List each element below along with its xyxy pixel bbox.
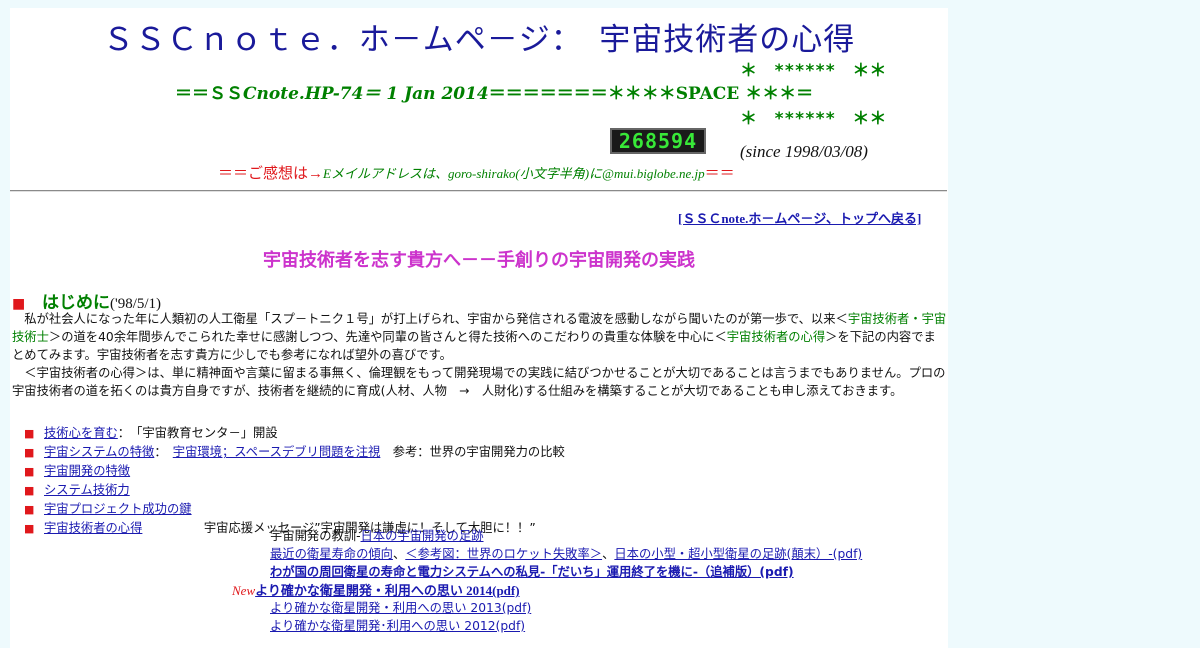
sub-line-2012: より確かな衛星開発･利用への思い 2012(pdf) <box>270 616 525 634</box>
stars-decoration-top: ＊ ****** ＊＊ <box>740 61 887 81</box>
feedback-email: Eメイルアドレスは、goro-shirako(小文字半角)に@mui.biglo… <box>323 166 705 181</box>
link-small-satellite-history[interactable]: 日本の小型・超小型衛星の足跡(顛末）-(pdf) <box>614 547 862 561</box>
link-satellite-thoughts-2012[interactable]: より確かな衛星開発･利用への思い 2012(pdf) <box>270 619 525 633</box>
visit-counter-value: 268594 <box>618 129 698 153</box>
separator: 、 <box>392 547 406 561</box>
subtitle-prefix: ＝＝ＳＳ <box>175 84 243 104</box>
link-space-engineer-mind[interactable]: 宇宙技術者の心得 <box>44 521 142 535</box>
stars-decoration-bottom: ＊ ****** ＊＊ <box>740 109 887 129</box>
bullet-icon: ■ <box>24 522 35 535</box>
sub-line-lessons: 宇宙開発の教訓-日本の宇宙開発の足跡 <box>270 526 484 544</box>
list-item: ■ 宇宙開発の特徴 <box>24 462 565 481</box>
link-grow-tech-mind[interactable]: 技術心を育む <box>44 426 118 440</box>
intro-paragraph-1: 私が社会人になった年に人類初の人工衛星「スプ－トニク１号」が打上げられ、宇宙から… <box>12 310 948 364</box>
link-rocket-failure-rate[interactable]: ＜参考図：世界のロケット失敗率＞ <box>405 547 602 561</box>
page-title: ＳＳＣｎｏｔｅ．ホ－ムペ－ジ： 宇宙技術者の心得 <box>102 22 856 58</box>
para1-highlight-d: 宇宙技術者の心得 <box>726 330 826 344</box>
bullet-icon: ■ <box>24 446 35 459</box>
list-item-note: 参考：世界の宇宙開発力の比較 <box>380 445 565 459</box>
bullet-icon: ■ <box>24 465 35 478</box>
para1-text-a: 私が社会人になった年に人類初の人工衛星「スプ－トニク１号」が打上げられ、宇宙から… <box>12 312 848 326</box>
visit-counter: 268594 <box>610 128 706 154</box>
feedback-suffix: ＝＝ <box>704 166 735 182</box>
list-item: ■ 宇宙システムの特徴： 宇宙環境；スペースデブリ問題を注視 参考：世界の宇宙開発… <box>24 443 565 462</box>
bullet-icon: ■ <box>24 484 35 497</box>
sub-line-2013: より確かな衛星開発・利用への思い 2013(pdf) <box>270 598 531 616</box>
para1-text-c: ＞の道を40余年間歩んでこられた幸せに感謝しつつ、先達や同輩の皆さんと得た技術へ… <box>48 330 727 344</box>
lessons-label: 宇宙開発の教訓- <box>270 529 361 543</box>
divider <box>10 190 947 192</box>
section-heading: 宇宙技術者を志す貴方へ－－手創りの宇宙開発の実践 <box>263 250 695 271</box>
subtitle-italic: Cnote.HP-74＝ 1 Jan 2014 <box>243 84 489 104</box>
link-satellite-thoughts-2013[interactable]: より確かな衛星開発・利用への思い 2013(pdf) <box>270 601 531 615</box>
link-space-debris[interactable]: 宇宙環境；スペースデブリ問題を注視 <box>173 445 381 459</box>
contents-list: ■ 技術心を育む： 「宇宙教育センタ－」開設 ■ 宇宙システムの特徴： 宇宙環境；ス… <box>24 424 565 538</box>
sub-line-new: Newより確かな衛星開発・利用への思い 2014(pdf) <box>232 580 520 599</box>
feedback-prefix: ＝＝ご感想は→ <box>218 166 324 182</box>
link-satellite-lifetime-trend[interactable]: 最近の衛星寿命の傾向 <box>270 547 393 561</box>
link-space-system-features[interactable]: 宇宙システムの特徴 <box>44 445 154 459</box>
separator: 、 <box>602 547 615 561</box>
list-item-note: ： 「宇宙教育センタ－」開設 <box>117 426 278 440</box>
back-to-top-link[interactable]: [ＳＳＣnote.ホ－ムペ－ジ、トップへ戻る] <box>678 208 921 227</box>
list-item: ■ 技術心を育む： 「宇宙教育センタ－」開設 <box>24 424 565 443</box>
intro-paragraph-2: ＜宇宙技術者の心得＞は、単に精神面や言葉に留まる事無く、倫理観をもって開発現場で… <box>12 366 946 398</box>
subtitle: ＝＝ＳＳCnote.HP-74＝ 1 Jan 2014＝＝＝＝＝＝＝＊＊＊＊SP… <box>175 79 813 104</box>
since-date: (since 1998/03/08) <box>740 142 868 161</box>
list-item-note: ： <box>154 445 173 459</box>
new-badge: New <box>232 583 256 598</box>
subtitle-suffix: ＝＝＝＝＝＝＝＊＊＊＊SPACE ＊＊＊＝ <box>488 84 814 104</box>
page-content: ＳＳＣｎｏｔｅ．ホ－ムペ－ジ： 宇宙技術者の心得 ＊ ****** ＊＊ ＝＝Ｓ… <box>10 8 948 648</box>
link-project-success-key[interactable]: 宇宙プロジェクト成功の鍵 <box>44 502 192 516</box>
bullet-icon: ■ <box>24 427 35 440</box>
link-space-dev-features[interactable]: 宇宙開発の特徴 <box>44 464 130 478</box>
sub-line-trends: 最近の衛星寿命の傾向、＜参考図：世界のロケット失敗率＞、日本の小型・超小型衛星の… <box>270 544 862 562</box>
link-japan-space-history[interactable]: 日本の宇宙開発の足跡 <box>361 529 484 543</box>
feedback-line: ＝＝ご感想は→Eメイルアドレスは、goro-shirako(小文字半角)に@mu… <box>218 162 735 183</box>
bullet-icon: ■ <box>24 503 35 516</box>
link-system-tech[interactable]: システム技術力 <box>44 483 130 497</box>
link-satellite-thoughts-2014[interactable]: より確かな衛星開発・利用への思い 2014(pdf) <box>255 583 519 598</box>
list-item: ■ システム技術力 <box>24 481 565 500</box>
list-item: ■ 宇宙プロジェクト成功の鍵 <box>24 500 565 519</box>
link-daichi-power-system[interactable]: わが国の周回衛星の寿命と電力システムへの私見-「だいち」運用終了を機に-（追補版… <box>270 565 794 579</box>
sub-line-daichi: わが国の周回衛星の寿命と電力システムへの私見-「だいち」運用終了を機に-（追補版… <box>270 562 794 580</box>
